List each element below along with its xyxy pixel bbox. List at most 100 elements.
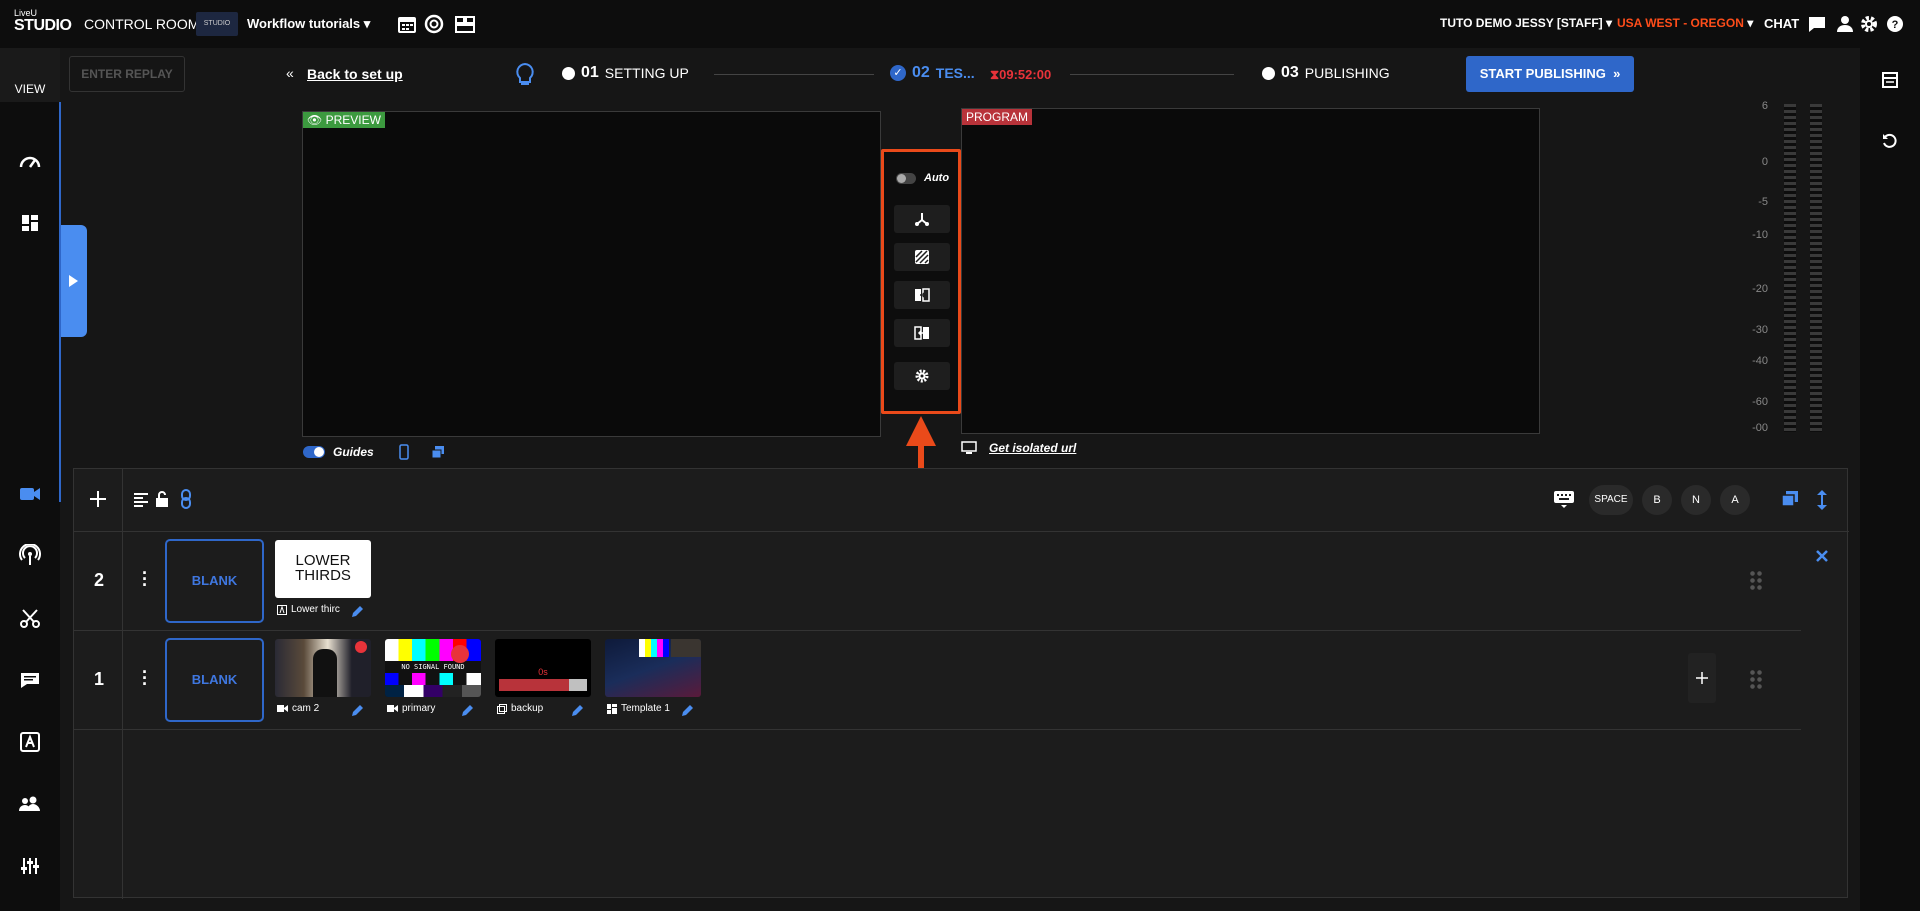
- fade-out-transition-button[interactable]: [894, 319, 950, 347]
- guests-group-icon[interactable]: [18, 792, 42, 816]
- layouts-grid-icon[interactable]: [18, 211, 42, 235]
- settings-gear-icon[interactable]: [1858, 13, 1880, 35]
- camera-icon: [277, 705, 288, 712]
- source-thumbnail-backup[interactable]: 0s: [495, 639, 591, 697]
- cut-transition-button[interactable]: [894, 205, 950, 233]
- drag-handle-icon[interactable]: [1749, 669, 1763, 691]
- view-tab[interactable]: VIEW: [0, 48, 60, 102]
- add-layer-plus-icon[interactable]: [88, 489, 108, 509]
- blank-source-button[interactable]: BLANK: [165, 539, 264, 623]
- copy-layers-icon[interactable]: [1780, 489, 1800, 509]
- layer-menu-kebab-icon[interactable]: · · ·: [142, 564, 148, 594]
- duplicate-view-icon[interactable]: [430, 444, 446, 460]
- shortcut-a[interactable]: A: [1720, 485, 1750, 515]
- warning-dot: [451, 645, 469, 663]
- broadcast-antenna-icon[interactable]: [18, 544, 42, 568]
- captions-comment-icon[interactable]: [18, 668, 42, 692]
- link-chain-icon[interactable]: [180, 489, 192, 509]
- edit-pencil-icon[interactable]: [459, 703, 475, 719]
- auto-switch[interactable]: [896, 172, 916, 184]
- edit-pencil-icon[interactable]: [569, 703, 585, 719]
- undo-history-icon[interactable]: [1881, 132, 1899, 150]
- wipe-transition-button[interactable]: [894, 243, 950, 271]
- lightbulb-tip-icon[interactable]: [514, 62, 536, 88]
- step-connector: [714, 74, 874, 75]
- source-label: Lower thirc: [277, 604, 340, 615]
- audio-meter-left-channel: [1784, 104, 1796, 432]
- back-chevrons-icon: «: [286, 65, 294, 81]
- edit-pencil-icon[interactable]: [679, 703, 695, 719]
- source-thumbnail-cam-2[interactable]: [275, 639, 371, 697]
- unlock-icon[interactable]: [154, 490, 170, 508]
- expand-panel-tab[interactable]: [61, 225, 87, 337]
- program-tag: PROGRAM: [962, 109, 1033, 125]
- shortcut-n[interactable]: N: [1681, 485, 1711, 515]
- source-label: primary: [387, 703, 435, 714]
- person-silhouette: [313, 649, 337, 697]
- audio-mixer-sliders-icon[interactable]: [18, 854, 42, 878]
- region-dropdown[interactable]: USA WEST - OREGON ▾: [1617, 16, 1753, 30]
- isolated-url-link[interactable]: Get isolated url: [961, 441, 1076, 455]
- layer-row-1: 1 · · · BLANK cam 2 NO SIGNAL FOUND primar…: [74, 631, 1801, 730]
- align-left-icon[interactable]: [133, 491, 149, 507]
- expand-vertical-icon[interactable]: [1816, 489, 1828, 511]
- video-camera-icon[interactable]: [18, 482, 42, 506]
- template-inset-bars: [639, 639, 669, 657]
- source-thumbnail-template-1[interactable]: [605, 639, 701, 697]
- edit-pencil-icon[interactable]: [349, 703, 365, 719]
- monitor-icon: [961, 441, 977, 454]
- layer-row-2: 2 · · · BLANK LOWER THIRDS Lower thirc: [74, 532, 1801, 631]
- fade-in-transition-button[interactable]: [894, 281, 950, 309]
- shortcut-space[interactable]: SPACE: [1589, 485, 1633, 515]
- guides-toggle[interactable]: Guides: [303, 444, 446, 460]
- step-setting-up[interactable]: 01 SETTING UP: [562, 64, 689, 82]
- back-to-setup-link[interactable]: Back to set up: [307, 66, 403, 82]
- user-menu[interactable]: TUTO DEMO JESSY [STAFF] ▾: [1440, 16, 1612, 30]
- layers-toolbar: SPACE B N A: [74, 469, 1849, 532]
- workspace-dropdown[interactable]: Workflow tutorials ▾: [247, 16, 370, 32]
- close-x-icon[interactable]: [1815, 549, 1829, 563]
- dashboard-gauge-icon[interactable]: [18, 150, 42, 174]
- preview-monitor[interactable]: 👁 PREVIEW: [302, 111, 881, 437]
- right-sidebar: [1860, 48, 1920, 911]
- liveu-studio-logo[interactable]: LiveU STUDIO: [14, 9, 72, 34]
- layout-multiview-icon[interactable]: [454, 13, 476, 35]
- slide-in-icon: [915, 288, 930, 302]
- transition-settings-button[interactable]: [894, 362, 950, 390]
- step-testing[interactable]: ✓ 02 TES...: [890, 64, 975, 82]
- chat-label[interactable]: CHAT: [1764, 16, 1799, 31]
- source-thumbnail-lower-thirds[interactable]: LOWER THIRDS: [275, 540, 371, 598]
- chat-icon[interactable]: [1806, 13, 1828, 35]
- help-question-icon[interactable]: ?: [1884, 13, 1906, 35]
- preview-tag: 👁 PREVIEW: [303, 112, 385, 128]
- source-thumbnail-primary[interactable]: NO SIGNAL FOUND: [385, 639, 481, 697]
- rundown-list-icon[interactable]: [1881, 71, 1899, 89]
- program-monitor[interactable]: PROGRAM: [961, 108, 1540, 434]
- help-lifebuoy-icon[interactable]: [423, 13, 445, 35]
- shortcut-b[interactable]: B: [1642, 485, 1672, 515]
- calendar-icon[interactable]: [396, 13, 418, 35]
- transitions-panel: Auto: [881, 149, 961, 414]
- source-label: Template 1: [607, 703, 670, 714]
- mobile-preview-icon[interactable]: [398, 444, 410, 460]
- auto-toggle[interactable]: Auto: [896, 172, 949, 184]
- control-rooms-link[interactable]: CONTROL ROOMS: [84, 16, 209, 32]
- blank-source-button[interactable]: BLANK: [165, 638, 264, 722]
- guides-switch[interactable]: [303, 446, 325, 458]
- edit-pencil-icon[interactable]: [349, 604, 365, 620]
- top-bar: LiveU STUDIO CONTROL ROOMS STUDIO Workfl…: [0, 0, 1920, 48]
- text-overlay-icon[interactable]: [18, 730, 42, 754]
- step-status-dot: [562, 66, 575, 80]
- keyboard-shortcuts-icon[interactable]: [1553, 489, 1575, 509]
- user-profile-icon[interactable]: [1834, 13, 1856, 35]
- drag-handle-icon[interactable]: [1749, 570, 1763, 592]
- enter-replay-button[interactable]: ENTER REPLAY: [69, 56, 185, 92]
- template-inset-camera: [671, 639, 701, 657]
- start-publishing-button[interactable]: START PUBLISHING »: [1466, 56, 1634, 92]
- step-publishing[interactable]: 03 PUBLISHING: [1262, 64, 1390, 82]
- plus-icon: [1696, 672, 1708, 684]
- add-source-button[interactable]: [1688, 653, 1716, 703]
- scissors-icon[interactable]: [18, 606, 42, 630]
- source-label: cam 2: [277, 703, 319, 714]
- layer-menu-kebab-icon[interactable]: · · ·: [142, 663, 148, 693]
